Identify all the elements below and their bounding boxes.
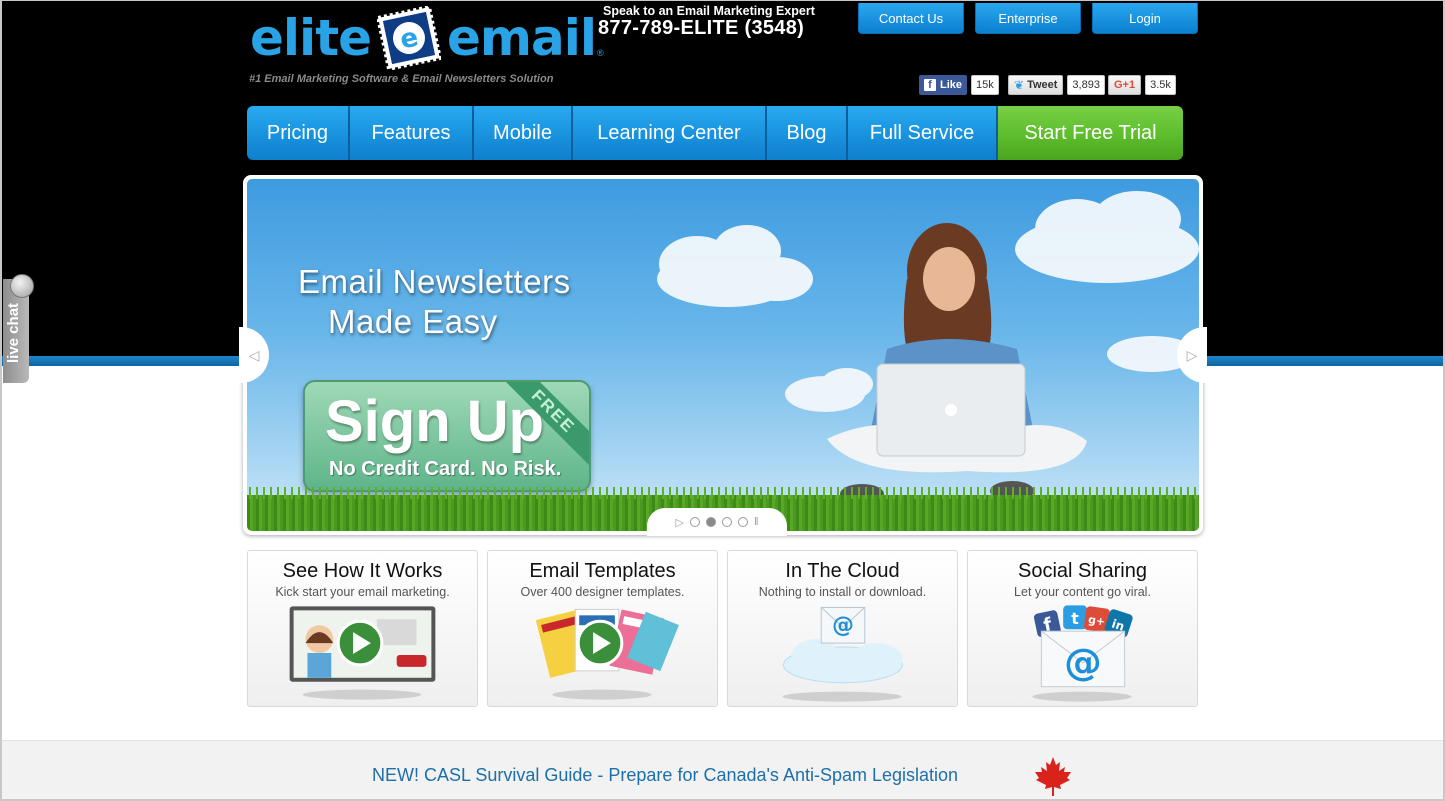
enterprise-button[interactable]: Enterprise: [975, 3, 1081, 34]
templates-play-icon: [535, 608, 679, 700]
sign-up-subtext: No Credit Card. No Risk.: [329, 458, 562, 480]
live-chat-label: live chat: [5, 302, 22, 363]
slider-play-icon[interactable]: ▷: [675, 516, 683, 529]
contact-us-button[interactable]: Contact Us: [858, 3, 964, 34]
casl-guide-link[interactable]: NEW! CASL Survival Guide - Prepare for C…: [372, 765, 958, 786]
site-logo[interactable]: elite e email ®: [250, 4, 604, 72]
google-plus-widget: G+1 3.5k: [1108, 74, 1176, 95]
card-subtitle: Let your content go viral.: [1014, 585, 1151, 599]
card-email-templates[interactable]: Email Templates Over 400 designer templa…: [487, 550, 718, 707]
google-plus-label: G+1: [1114, 78, 1136, 91]
nav-blog[interactable]: Blog: [767, 106, 848, 160]
maple-leaf-icon: [1035, 757, 1071, 796]
nav-mobile[interactable]: Mobile: [474, 106, 573, 160]
facebook-like-widget: f Like 15k: [919, 74, 999, 95]
tweet-button[interactable]: ❦ Tweet: [1008, 74, 1064, 95]
google-plus-count: 3.5k: [1145, 74, 1176, 95]
hero-slider: Email Newsletters Made Easy Sign Up No C…: [239, 175, 1207, 536]
login-button[interactable]: Login: [1092, 3, 1198, 34]
hero-headline-line1: Email Newsletters: [298, 263, 571, 300]
nav-learning-center[interactable]: Learning Center: [573, 106, 767, 160]
card-in-the-cloud[interactable]: In The Cloud Nothing to install or downl…: [727, 550, 958, 707]
sign-up-label: Sign Up: [325, 389, 545, 454]
phone-label: Speak to an Email Marketing Expert: [603, 4, 815, 18]
nav-pricing[interactable]: Pricing: [247, 106, 350, 160]
tweet-count: 3,893: [1067, 74, 1105, 95]
card-see-how-it-works[interactable]: See How It Works Kick start your email m…: [247, 550, 478, 707]
nav-full-service[interactable]: Full Service: [848, 106, 998, 160]
start-free-trial-button[interactable]: Start Free Trial: [998, 106, 1183, 160]
sign-up-button[interactable]: Sign Up No Credit Card. No Risk. FREE: [303, 380, 591, 492]
card-subtitle: Nothing to install or download.: [758, 585, 927, 599]
video-play-icon: [289, 606, 436, 700]
phone-number[interactable]: 877-789-ELITE (3548): [598, 17, 804, 40]
hero-headline-line2: Made Easy: [328, 303, 498, 340]
card-title: See How It Works: [282, 560, 443, 582]
logo-word-email: email: [447, 9, 597, 67]
twitter-tweet-widget: ❦ Tweet 3,893: [1008, 74, 1105, 95]
facebook-like-count: 15k: [971, 74, 999, 95]
slider-dot-4[interactable]: [737, 517, 748, 527]
svg-text:@: @: [1064, 640, 1102, 684]
tweet-label: Tweet: [1027, 78, 1058, 91]
hero-slide: Email Newsletters Made Easy Sign Up No C…: [247, 179, 1199, 531]
cloud-email-icon: @: [782, 606, 903, 702]
card-subtitle: Over 400 designer templates.: [520, 585, 685, 599]
main-nav: Pricing Features Mobile Learning Center …: [247, 106, 1183, 160]
twitter-bird-icon: ❦: [1014, 77, 1025, 92]
slider-dot-1[interactable]: [689, 517, 700, 527]
google-plus-button[interactable]: G+1: [1108, 74, 1142, 95]
nav-features[interactable]: Features: [350, 106, 474, 160]
facebook-like-button[interactable]: f Like: [919, 74, 968, 95]
slider-pause-icon[interactable]: ‖: [754, 516, 759, 528]
tagline: #1 Email Marketing Software & Email News…: [249, 73, 554, 85]
card-title: In The Cloud: [785, 560, 900, 582]
card-social-sharing[interactable]: Social Sharing Let your content go viral…: [967, 550, 1198, 707]
logo-word-elite: elite: [250, 9, 372, 67]
svg-text:g+: g+: [1087, 613, 1106, 628]
svg-text:@: @: [832, 613, 854, 638]
facebook-icon: f: [924, 78, 936, 91]
stamp-e-icon: e: [375, 4, 443, 72]
social-envelope-icon: f t g+ in @: [1032, 605, 1133, 702]
slider-dot-3[interactable]: [721, 517, 732, 527]
slider-dot-2[interactable]: [705, 517, 716, 527]
card-title: Email Templates: [529, 560, 676, 582]
facebook-like-label: Like: [940, 78, 963, 91]
svg-text:t: t: [1071, 609, 1079, 628]
card-subtitle: Kick start your email marketing.: [275, 585, 450, 599]
slider-pager: ▷ ‖: [647, 508, 787, 536]
card-title: Social Sharing: [1018, 560, 1147, 582]
registered-mark: ®: [597, 48, 604, 58]
live-chat-knob-icon: [10, 274, 34, 298]
